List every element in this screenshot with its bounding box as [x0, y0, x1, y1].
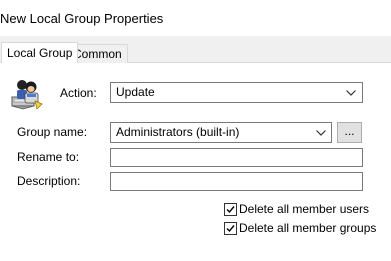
window-title: New Local Group Properties: [0, 11, 164, 26]
rename-to-label: Rename to:: [17, 150, 80, 164]
chevron-down-icon: [346, 90, 356, 96]
title-bar: New Local Group Properties: [0, 0, 391, 36]
delete-member-users-checkbox[interactable]: [224, 203, 237, 216]
group-name-select-value: Administrators (built-in): [116, 125, 240, 139]
delete-member-groups-label: Delete all member groups: [239, 221, 377, 235]
group-name-select[interactable]: Administrators (built-in): [110, 122, 332, 143]
action-select[interactable]: Update: [110, 82, 363, 103]
group-name-label: Group name:: [17, 125, 88, 139]
description-input[interactable]: [110, 172, 363, 191]
close-icon[interactable]: [371, 10, 391, 30]
delete-member-users-label: Delete all member users: [239, 202, 370, 216]
action-select-value: Update: [116, 85, 155, 99]
checkmark-icon: [226, 225, 235, 233]
description-label: Description:: [17, 174, 81, 188]
tab-local-group[interactable]: Local Group: [1, 42, 79, 63]
browse-button[interactable]: ...: [337, 122, 362, 143]
rename-to-input[interactable]: [110, 148, 363, 167]
action-label: Action:: [60, 86, 97, 100]
chevron-down-icon: [316, 130, 326, 136]
checkmark-icon: [226, 206, 235, 214]
local-group-icon: [11, 80, 43, 110]
delete-member-groups-checkbox[interactable]: [224, 222, 237, 235]
